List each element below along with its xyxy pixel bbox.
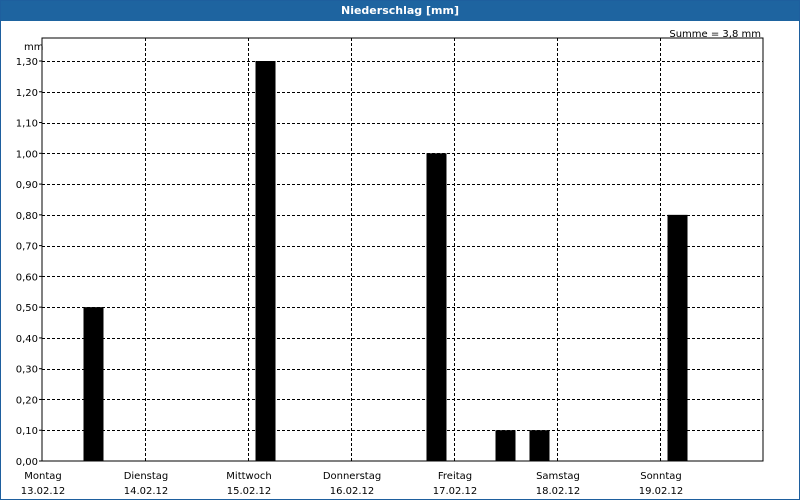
x-tick-label-date: 17.02.12 [433, 486, 478, 497]
y-axis: 0,00 0,10 0,20 0,30 0,40 0,50 0,60 0,70 0,80 0,90… [16, 57, 42, 468]
x-axis: Montag 13.02.12 Dienstag 14.02.12 Mittwoch 15… [21, 471, 684, 497]
bar [529, 430, 550, 461]
y-tick-label: 1,10 [16, 119, 38, 130]
x-tick-label-date: 19.02.12 [639, 486, 684, 497]
y-tick-label: 0,40 [16, 334, 38, 345]
grid [42, 38, 763, 461]
y-tick-label: 0,60 [16, 272, 38, 283]
y-tick-label: 0,80 [16, 211, 38, 222]
y-tick-label: 0,10 [16, 426, 38, 437]
bars [83, 61, 688, 462]
bar [426, 153, 447, 462]
x-tick-label-day: Mittwoch [226, 471, 271, 482]
y-tick-label: 0,30 [16, 365, 38, 376]
x-tick-label-date: 16.02.12 [330, 486, 375, 497]
bar [495, 430, 516, 461]
x-tick-label-date: 18.02.12 [536, 486, 581, 497]
y-tick-label: 1,00 [16, 149, 38, 160]
y-tick-label: 1,20 [16, 88, 38, 99]
y-tick-label: 0,90 [16, 180, 38, 191]
y-tick-label: 0,70 [16, 242, 38, 253]
x-tick-label-day: Dienstag [124, 471, 169, 482]
x-tick-label-day: Samstag [536, 471, 580, 482]
x-tick-label-day: Freitag [438, 471, 472, 482]
y-tick-label: 1,30 [16, 57, 38, 68]
bar [255, 61, 276, 461]
plot-area-border [41, 37, 764, 462]
y-tick-label: 0,20 [16, 395, 38, 406]
bar [667, 214, 688, 461]
y-tick-label: 0,00 [16, 457, 38, 468]
x-tick-label-date: 14.02.12 [124, 486, 169, 497]
x-tick-label-date: 15.02.12 [227, 486, 272, 497]
x-tick-label-day: Sonntag [640, 471, 682, 482]
y-unit-label: mm [24, 42, 43, 53]
x-tick-label-day: Montag [24, 471, 61, 482]
x-tick-label-day: Donnerstag [323, 471, 381, 482]
precipitation-chart: mm Summe = 3,8 mm 0,000,100,200,300,400,… [16, 29, 764, 497]
bar [83, 307, 104, 461]
y-tick-label: 0,50 [16, 303, 38, 314]
x-tick-label-date: 13.02.12 [21, 486, 66, 497]
